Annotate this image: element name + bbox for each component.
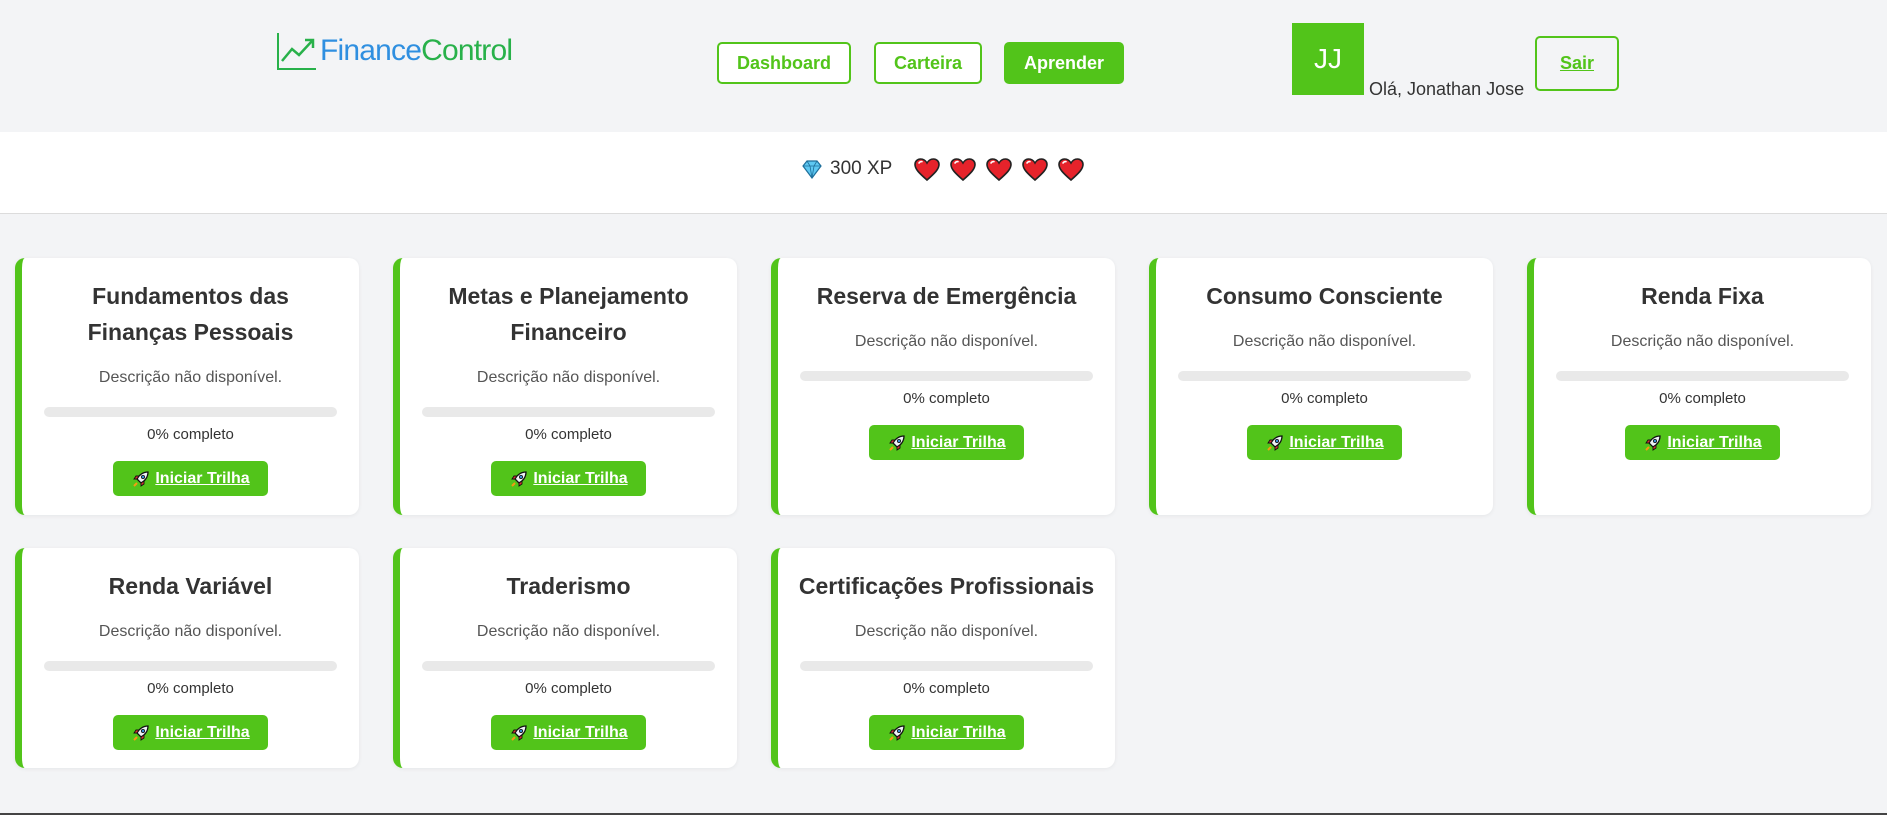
rocket-icon — [887, 433, 907, 453]
heart-icon — [950, 158, 976, 187]
start-track-button[interactable]: Iniciar Trilha — [491, 461, 646, 496]
track-description: Descrição não disponível. — [476, 369, 661, 386]
track-title-line: Fundamentos das — [92, 283, 289, 309]
track-progress-bar — [44, 407, 337, 417]
track-progress-label: 0% completo — [1281, 390, 1368, 407]
track-description: Descrição não disponível. — [98, 369, 283, 386]
xp-value: 300 XP — [830, 158, 893, 179]
start-track-label: Iniciar Trilha — [911, 433, 1006, 451]
track-card: Consumo Consciente Descrição não disponív… — [1149, 258, 1493, 515]
track-title-line: Financeiro — [510, 319, 627, 345]
track-title-line: Finanças Pessoais — [87, 319, 294, 345]
track-title-line: Consumo Consciente — [1206, 283, 1443, 309]
brand-name: FinanceControl — [320, 34, 513, 68]
brand-name-part2: Control — [421, 34, 513, 67]
start-track-button[interactable]: Iniciar Trilha — [491, 715, 646, 750]
track-title: Traderismo — [410, 568, 727, 604]
rocket-icon — [1643, 433, 1663, 453]
nav-carteira-button[interactable]: Carteira — [874, 42, 982, 84]
heart-icon — [914, 158, 940, 187]
start-track-label: Iniciar Trilha — [155, 469, 250, 487]
track-description: Descrição não disponível. — [98, 623, 283, 640]
heart-icon — [1022, 158, 1048, 187]
rocket-icon — [131, 469, 151, 489]
start-track-button[interactable]: Iniciar Trilha — [113, 461, 268, 496]
start-track-button[interactable]: Iniciar Trilha — [113, 715, 268, 750]
track-progress-label: 0% completo — [903, 390, 990, 407]
status-bar: 300 XP — [0, 132, 1887, 214]
nav-dashboard-button[interactable]: Dashboard — [717, 42, 851, 84]
track-progress-bar — [1178, 371, 1471, 381]
track-progress-bar — [1556, 371, 1849, 381]
track-card: Renda Variável Descrição não disponível. 0… — [15, 548, 359, 768]
brand-name-part1: Finance — [320, 34, 422, 67]
start-track-label: Iniciar Trilha — [533, 723, 628, 741]
start-track-label: Iniciar Trilha — [533, 469, 628, 487]
track-progress-bar — [800, 371, 1093, 381]
start-track-label: Iniciar Trilha — [1289, 433, 1384, 451]
track-progress-bar — [44, 661, 337, 671]
track-title-line: Certificações Profissionais — [798, 573, 1095, 599]
lives-display — [914, 158, 1084, 187]
start-track-button[interactable]: Iniciar Trilha — [869, 715, 1024, 750]
track-title-line: Metas e Planejamento — [448, 283, 689, 309]
track-description: Descrição não disponível. — [1610, 333, 1795, 350]
rocket-icon — [1265, 433, 1285, 453]
track-title: Fundamentos das Finanças Pessoais — [32, 278, 349, 350]
user-greeting: Olá, Jonathan Jose — [1369, 79, 1525, 99]
rocket-icon — [131, 723, 151, 743]
start-track-label: Iniciar Trilha — [1667, 433, 1762, 451]
track-title: Consumo Consciente — [1166, 278, 1483, 314]
track-progress-label: 0% completo — [1659, 390, 1746, 407]
track-progress-label: 0% completo — [147, 680, 234, 697]
nav-aprender-button[interactable]: Aprender — [1004, 42, 1124, 84]
track-progress-label: 0% completo — [525, 426, 612, 443]
rocket-icon — [887, 723, 907, 743]
track-card: Certificações Profissionais Descrição não… — [771, 548, 1115, 768]
track-description: Descrição não disponível. — [1232, 333, 1417, 350]
brand-logo[interactable]: FinanceControl — [274, 28, 513, 74]
track-card: Renda Fixa Descrição não disponível. 0% co… — [1527, 258, 1871, 515]
start-track-button[interactable]: Iniciar Trilha — [869, 425, 1024, 460]
track-card: Metas e Planejamento Financeiro Descrição … — [393, 258, 737, 515]
track-card: Fundamentos das Finanças Pessoais Descriçã… — [15, 258, 359, 515]
track-title-line: Renda Variável — [108, 573, 273, 599]
track-card: Traderismo Descrição não disponível. 0% co… — [393, 548, 737, 768]
track-description: Descrição não disponível. — [476, 623, 661, 640]
track-progress-bar — [422, 407, 715, 417]
track-title-line: Renda Fixa — [1641, 283, 1764, 309]
track-title: Renda Fixa — [1544, 278, 1861, 314]
trending-up-icon — [277, 33, 316, 70]
track-title: Certificações Profissionais — [788, 568, 1105, 604]
rocket-icon — [509, 723, 529, 743]
track-progress-label: 0% completo — [147, 426, 234, 443]
track-card: Reserva de Emergência Descrição não dispo… — [771, 258, 1115, 515]
track-title-line: Reserva de Emergência — [816, 283, 1077, 309]
start-track-button[interactable]: Iniciar Trilha — [1625, 425, 1780, 460]
track-progress-label: 0% completo — [903, 680, 990, 697]
track-title: Metas e Planejamento Financeiro — [410, 278, 727, 350]
heart-icon — [1058, 158, 1084, 187]
top-header: FinanceControl Dashboard Carteira Aprend… — [0, 0, 1887, 132]
track-description: Descrição não disponível. — [854, 623, 1039, 640]
logout-button[interactable]: Sair — [1535, 36, 1619, 91]
start-track-label: Iniciar Trilha — [155, 723, 250, 741]
track-description: Descrição não disponível. — [854, 333, 1039, 350]
track-title: Reserva de Emergência — [788, 278, 1105, 314]
track-progress-bar — [422, 661, 715, 671]
track-progress-bar — [800, 661, 1093, 671]
xp-display: 300 XP — [802, 158, 892, 180]
rocket-icon — [509, 469, 529, 489]
diamond-icon — [802, 160, 822, 179]
avatar[interactable]: JJ — [1292, 23, 1364, 95]
start-track-label: Iniciar Trilha — [911, 723, 1006, 741]
heart-icon — [986, 158, 1012, 187]
track-title-line: Traderismo — [506, 573, 631, 599]
track-title: Renda Variável — [32, 568, 349, 604]
start-track-button[interactable]: Iniciar Trilha — [1247, 425, 1402, 460]
track-progress-label: 0% completo — [525, 680, 612, 697]
